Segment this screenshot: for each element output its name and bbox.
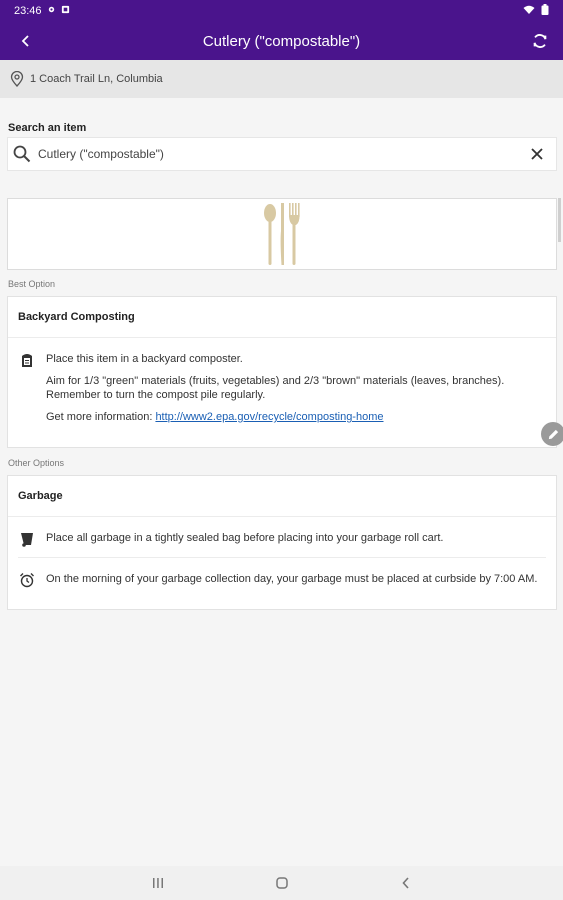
alarm-clock-icon bbox=[19, 572, 35, 592]
garbage-cart-icon bbox=[19, 531, 35, 551]
system-nav-bar bbox=[0, 866, 563, 900]
status-time: 23:46 bbox=[14, 5, 42, 17]
composter-icon bbox=[19, 352, 35, 372]
close-icon[interactable] bbox=[528, 145, 546, 163]
best-option-title: Backyard Composting bbox=[8, 297, 556, 338]
search-input[interactable] bbox=[36, 146, 528, 162]
search-box bbox=[7, 137, 557, 171]
refresh-icon[interactable] bbox=[529, 30, 551, 52]
best-option-line2: Aim for 1/3 "green" materials (fruits, v… bbox=[46, 375, 505, 401]
garbage-card[interactable]: Garbage Place all garbage in a tightly s… bbox=[7, 475, 557, 610]
location-pin-icon bbox=[10, 71, 24, 87]
more-info-prefix: Get more information: bbox=[46, 411, 156, 423]
more-info-link[interactable]: http://www2.epa.gov/recycle/composting-h… bbox=[155, 411, 383, 423]
more-info: Get more information: http://www2.epa.go… bbox=[46, 410, 542, 424]
garbage-item-text: On the morning of your garbage collectio… bbox=[46, 573, 538, 585]
page-title: Cutlery ("compostable") bbox=[202, 32, 361, 50]
home-icon[interactable] bbox=[273, 874, 291, 892]
garbage-item: Place all garbage in a tightly sealed ba… bbox=[8, 517, 556, 557]
scroll-edge bbox=[558, 198, 561, 242]
status-bar-right bbox=[523, 4, 549, 18]
app-bar: Cutlery ("compostable") bbox=[0, 22, 563, 60]
item-image bbox=[7, 198, 557, 270]
best-option-card[interactable]: Backyard Composting Place this item in a… bbox=[7, 296, 557, 448]
garbage-item-text: Place all garbage in a tightly sealed ba… bbox=[46, 532, 444, 544]
notification-icon bbox=[61, 5, 70, 17]
search-icon bbox=[12, 144, 32, 164]
pencil-icon[interactable] bbox=[541, 422, 563, 446]
other-options-label: Other Options bbox=[8, 458, 65, 468]
best-option-label: Best Option bbox=[8, 279, 56, 289]
gear-icon bbox=[47, 5, 56, 17]
status-bar-left: 23:46 bbox=[0, 5, 70, 17]
back-icon[interactable] bbox=[16, 31, 36, 51]
recent-apps-icon[interactable] bbox=[149, 874, 167, 892]
address-bar[interactable]: 1 Coach Trail Ln, Columbia bbox=[0, 60, 563, 98]
address-text: 1 Coach Trail Ln, Columbia bbox=[30, 73, 163, 85]
status-bar: 23:46 bbox=[0, 0, 563, 22]
wifi-icon bbox=[523, 5, 535, 18]
cutlery-icon bbox=[264, 203, 300, 265]
best-option-detail: Place this item in a backyard composter.… bbox=[8, 352, 556, 424]
nav-back-icon[interactable] bbox=[397, 874, 415, 892]
search-label: Search an item bbox=[8, 122, 87, 134]
battery-icon bbox=[541, 4, 549, 18]
garbage-title: Garbage bbox=[8, 476, 556, 517]
best-option-line1: Place this item in a backyard composter. bbox=[46, 353, 243, 365]
garbage-item: On the morning of your garbage collectio… bbox=[8, 558, 556, 588]
